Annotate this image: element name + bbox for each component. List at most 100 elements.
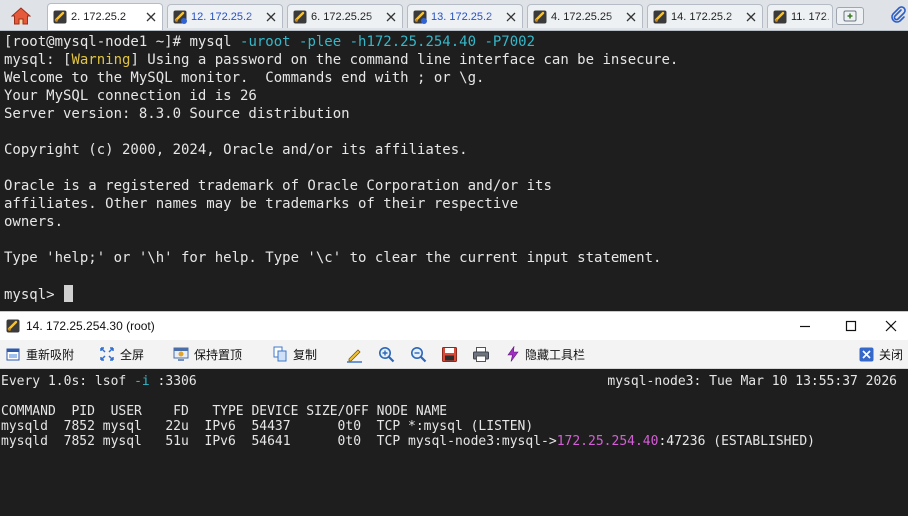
- reattach-button[interactable]: 重新吸附: [6, 345, 74, 363]
- close-icon: [859, 347, 874, 361]
- close-icon[interactable]: [386, 12, 396, 22]
- shell-prompt: [root@mysql-node1 ~]#: [4, 34, 190, 50]
- tab-session-6[interactable]: 6. 172.25.25: [287, 4, 403, 28]
- lsof-row: mysqld 7852 mysql 22u IPv6 54437 0t0 TCP…: [1, 419, 534, 434]
- close-pane-button[interactable]: 关闭: [859, 345, 903, 363]
- tab-label: 6. 172.25.25: [311, 10, 373, 23]
- tab-label: 13. 172.25.2: [431, 10, 493, 23]
- close-icon[interactable]: [506, 12, 516, 22]
- print-icon: [473, 346, 489, 362]
- watch-status: mysql-node3: Tue Mar 10 13:55:37 2026: [607, 374, 897, 389]
- lsof-header: COMMAND PID USER FD TYPE DEVICE SIZE/OFF…: [1, 404, 448, 419]
- tab-session-12[interactable]: 12. 172.25.2: [167, 4, 283, 28]
- home-icon: [11, 7, 31, 25]
- keep-on-top-button[interactable]: 保持置顶: [173, 345, 242, 363]
- text-cursor: [64, 285, 74, 302]
- terminal-tab-icon: [773, 10, 787, 23]
- home-button[interactable]: [4, 4, 38, 28]
- save-button[interactable]: [440, 345, 458, 363]
- watch-port: :3306: [149, 374, 197, 389]
- plus-icon: [843, 10, 857, 22]
- close-icon: [885, 320, 897, 332]
- fullscreen-button[interactable]: 全屏: [99, 345, 144, 363]
- lsof-row: mysqld 7852 mysql 51u IPv6 54641 0t0 TCP…: [1, 434, 815, 449]
- new-tab-button[interactable]: [836, 7, 864, 25]
- terminal-tab-icon: [533, 10, 547, 23]
- hide-toolbar-label: 隐藏工具栏: [525, 347, 586, 362]
- tab-session-4[interactable]: 4. 172.25.25: [527, 4, 643, 28]
- watch-command: Every 1.0s: lsof: [1, 374, 135, 389]
- terminal-tab-icon: [293, 10, 307, 23]
- close-icon[interactable]: [746, 12, 756, 22]
- save-icon: [441, 346, 457, 362]
- highlight-button[interactable]: [345, 345, 363, 363]
- tab-label: 2. 172.25.2: [71, 11, 127, 23]
- terminal-tab-icon: [653, 10, 667, 23]
- reattach-label: 重新吸附: [26, 347, 75, 362]
- copy-label: 复制: [293, 347, 318, 362]
- pin-window-icon: [173, 347, 189, 361]
- fullscreen-icon: [100, 347, 114, 361]
- output-line: owners.: [4, 214, 64, 230]
- watch-header-left: Every 1.0s: lsof -i :3306: [1, 374, 197, 389]
- maximize-button[interactable]: [828, 314, 874, 338]
- print-button[interactable]: [472, 345, 490, 363]
- mysql-prompt: mysql>: [4, 287, 64, 303]
- close-window-button[interactable]: [874, 314, 908, 338]
- terminal-tab-icon: [413, 10, 427, 24]
- fullscreen-label: 全屏: [120, 347, 145, 362]
- command-name: mysql: [189, 34, 241, 50]
- close-icon[interactable]: [626, 12, 636, 22]
- minimize-icon: [800, 325, 810, 328]
- copy-button[interactable]: 复制: [272, 345, 317, 363]
- zoom-in-button[interactable]: [377, 345, 395, 363]
- tab-label: 11. 172.: [791, 10, 830, 23]
- tab-label: 12. 172.25.2: [191, 10, 253, 23]
- lightning-icon: [507, 346, 519, 362]
- command-line: [root@mysql-node1 ~]# mysql -uroot -plee…: [4, 33, 535, 51]
- pane-title-bar[interactable]: 14. 172.25.254.30 (root): [0, 311, 908, 340]
- reattach-icon: [6, 348, 20, 360]
- pane-title: 14. 172.25.254.30 (root): [26, 319, 155, 333]
- pane-toolbar: 重新吸附 全屏 保持置顶 复制 隐藏工具栏 关闭: [0, 340, 908, 369]
- lsof-row-prefix: mysqld 7852 mysql 51u IPv6 54641 0t0 TCP…: [1, 434, 557, 449]
- output-line: Server version: 8.3.0 Source distributio…: [4, 106, 350, 122]
- hide-toolbar-button[interactable]: 隐藏工具栏: [506, 345, 585, 363]
- mysql-prompt-line: mysql>: [4, 285, 74, 304]
- output-line: Type 'help;' or '\h' for help. Type '\c'…: [4, 250, 662, 266]
- tab-label: 4. 172.25.25: [551, 10, 613, 23]
- zoom-out-button[interactable]: [409, 345, 427, 363]
- warning-line: mysql: [Warning] Using a password on the…: [4, 51, 678, 69]
- zoom-out-icon: [410, 346, 426, 362]
- warning-prefix: mysql: [: [4, 52, 72, 68]
- remote-ip: 172.25.254.40: [556, 434, 659, 449]
- pencil-icon: [346, 348, 362, 363]
- paperclip-icon[interactable]: [890, 6, 906, 24]
- close-icon[interactable]: [266, 12, 276, 22]
- terminal-tab-icon: [53, 10, 67, 24]
- terminal-output[interactable]: [root@mysql-node1 ~]# mysql -uroot -plee…: [0, 31, 908, 311]
- copy-icon: [273, 346, 287, 362]
- command-args: -uroot -plee -h172.25.254.40 -P7002: [240, 34, 536, 50]
- tab-session-11[interactable]: 11. 172.: [767, 4, 833, 28]
- terminal-tab-icon: [173, 10, 187, 24]
- output-line: Your MySQL connection id is 26: [4, 88, 257, 104]
- output-line: affiliates. Other names may be trademark…: [4, 196, 519, 212]
- close-icon[interactable]: [146, 12, 156, 22]
- session-tab-bar: 2. 172.25.2 12. 172.25.2 6. 172.25.25 13…: [0, 0, 908, 31]
- watch-flag: -i: [134, 374, 150, 389]
- output-line: Copyright (c) 2000, 2024, Oracle and/or …: [4, 142, 468, 158]
- terminal-window-icon: [6, 319, 20, 333]
- tab-session-2[interactable]: 2. 172.25.2: [47, 3, 163, 30]
- close-pane-label: 关闭: [879, 347, 904, 362]
- tab-session-14[interactable]: 14. 172.25.2: [647, 4, 763, 28]
- minimize-button[interactable]: [782, 314, 828, 338]
- output-line: Oracle is a registered trademark of Orac…: [4, 178, 552, 194]
- warning-text: ] Using a password on the command line i…: [130, 52, 679, 68]
- lsof-row-suffix: :47236 (ESTABLISHED): [658, 434, 815, 449]
- pane-terminal-output[interactable]: Every 1.0s: lsof -i :3306 mysql-node3: T…: [0, 369, 908, 516]
- output-line: Welcome to the MySQL monitor. Commands e…: [4, 70, 485, 86]
- maximize-icon: [845, 320, 857, 332]
- tab-session-13[interactable]: 13. 172.25.2: [407, 4, 523, 28]
- keep-on-top-label: 保持置顶: [194, 347, 243, 362]
